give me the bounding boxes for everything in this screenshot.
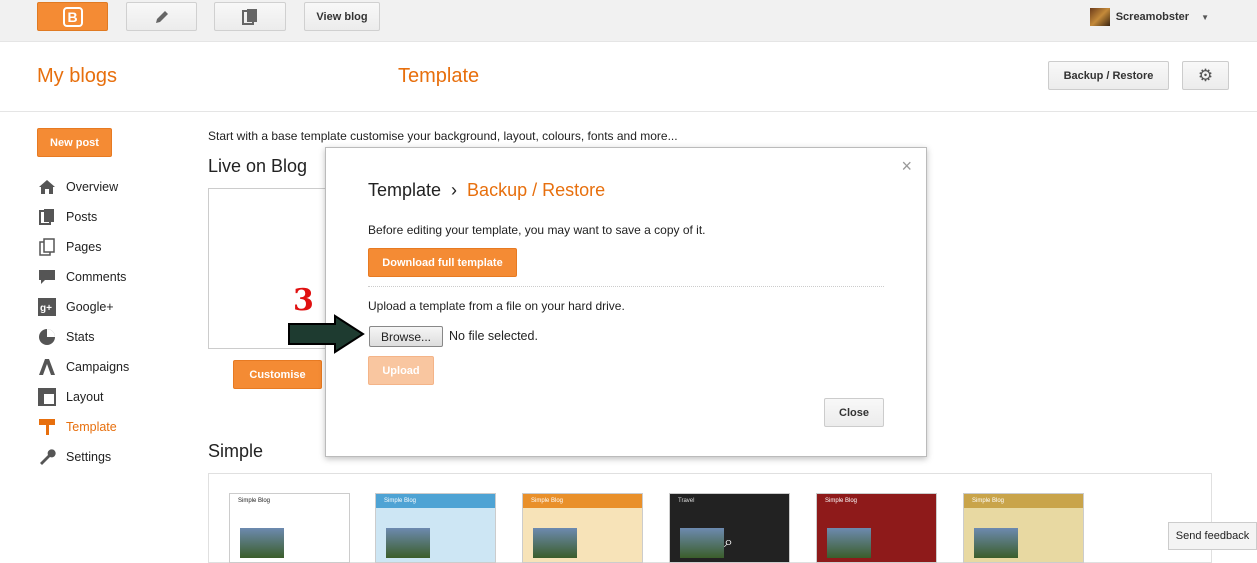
- template-thumbnail[interactable]: Simple Blog: [375, 493, 496, 563]
- sidebar-item-label: Comments: [66, 270, 127, 284]
- sidebar-item-label: Google+: [66, 300, 114, 314]
- sidebar-item-label: Layout: [66, 390, 104, 404]
- posts-icon: [242, 8, 257, 25]
- page-header: My blogs Template Backup / Restore ⚙: [0, 42, 1257, 112]
- sidebar-item-google-plus[interactable]: g+ Google+: [37, 292, 129, 322]
- avatar: [1089, 8, 1110, 26]
- upload-instructions-text: Upload a template from a file on your ha…: [368, 299, 625, 313]
- thumbnail-title: Simple Blog: [238, 498, 271, 504]
- template-icon: [37, 418, 57, 436]
- template-thumbnail[interactable]: Simple Blog: [522, 493, 643, 563]
- step-number-annotation: 3: [293, 283, 314, 318]
- sidebar-item-label: Pages: [66, 240, 102, 254]
- thumbnail-title: Simple Blog: [376, 494, 495, 508]
- new-post-button[interactable]: New post: [37, 128, 112, 157]
- user-menu[interactable]: Screamobster ▼: [1089, 8, 1209, 26]
- chevron-down-icon: ▼: [1201, 12, 1209, 22]
- sidebar-item-comments[interactable]: Comments: [37, 262, 129, 292]
- gear-icon: ⚙: [1197, 65, 1214, 85]
- no-file-selected-text: No file selected.: [449, 329, 538, 343]
- sidebar-item-label: Campaigns: [66, 360, 130, 374]
- home-icon: [37, 178, 57, 196]
- user-name: Screamobster: [1115, 11, 1190, 23]
- sidebar-item-stats[interactable]: Stats: [37, 322, 129, 352]
- dialog-title: Template › Backup / Restore: [368, 180, 605, 201]
- settings-gear-button[interactable]: ⚙: [1182, 61, 1229, 90]
- new-post-pencil-button[interactable]: [126, 2, 197, 31]
- pencil-icon: [155, 10, 168, 23]
- sidebar-item-overview[interactable]: Overview: [37, 172, 129, 202]
- wrench-icon: [37, 448, 57, 466]
- template-thumbnail[interactable]: Simple Blog: [229, 493, 350, 563]
- customise-button[interactable]: Customise: [233, 360, 322, 389]
- pages-icon: [37, 238, 57, 256]
- sidebar-item-pages[interactable]: Pages: [37, 232, 129, 262]
- thumbnail-title: Simple Blog: [825, 498, 858, 504]
- save-copy-text: Before editing your template, you may wa…: [368, 223, 706, 237]
- upload-button[interactable]: Upload: [368, 356, 434, 385]
- top-bar: B View blog Screamobster ▼: [0, 0, 1257, 42]
- thumbnail-title: Simple Blog: [964, 494, 1083, 508]
- send-feedback-button[interactable]: Send feedback: [1168, 522, 1257, 550]
- close-button[interactable]: Close: [824, 398, 884, 427]
- sidebar-item-label: Posts: [66, 210, 98, 224]
- layout-icon: [37, 388, 57, 406]
- sidebar-item-label: Settings: [66, 450, 112, 464]
- thumbnail-title: Simple Blog: [523, 494, 642, 508]
- backup-restore-dialog: × Template › Backup / Restore Before editi…: [325, 147, 927, 457]
- dialog-title-main: Template: [368, 180, 442, 200]
- view-blog-button[interactable]: View blog: [304, 2, 380, 31]
- simple-heading: Simple: [208, 441, 264, 461]
- dialog-title-sub: Backup / Restore: [467, 180, 606, 200]
- backup-restore-button[interactable]: Backup / Restore: [1048, 61, 1169, 90]
- template-thumbnail[interactable]: Simple Blog: [816, 493, 937, 563]
- thumbnail-title: Travel: [678, 498, 695, 504]
- sidebar-item-label: Template: [66, 420, 117, 434]
- sidebar-item-label: Overview: [66, 180, 119, 194]
- template-thumbnail[interactable]: Travel ⌕: [669, 493, 790, 563]
- my-blogs-link[interactable]: My blogs: [37, 65, 117, 88]
- sidebar-item-settings[interactable]: Settings: [37, 442, 129, 472]
- template-thumbnail[interactable]: Simple Blog: [963, 493, 1084, 563]
- zoom-icon: ⌕: [724, 534, 733, 551]
- sidebar-item-label: Stats: [66, 330, 95, 344]
- intro-text: Start with a base template customise you…: [208, 129, 678, 143]
- page-title: Template: [398, 65, 480, 87]
- sidebar-item-template[interactable]: Template: [37, 412, 129, 442]
- sidebar-item-campaigns[interactable]: Campaigns: [37, 352, 129, 382]
- sidebar-nav: Overview Posts Pages Comments g+ Google+: [37, 172, 129, 472]
- browse-button[interactable]: Browse...: [369, 326, 443, 347]
- comments-icon: [37, 268, 57, 286]
- download-full-template-button[interactable]: Download full template: [368, 248, 517, 277]
- divider: [368, 286, 884, 287]
- campaigns-icon: [37, 358, 57, 376]
- sidebar-item-posts[interactable]: Posts: [37, 202, 129, 232]
- stats-icon: [37, 328, 57, 346]
- svg-text:g+: g+: [40, 303, 52, 314]
- breadcrumb-separator: ›: [451, 180, 458, 200]
- arrow-right-icon: [288, 314, 365, 354]
- close-icon[interactable]: ×: [901, 156, 912, 177]
- google-plus-icon: g+: [37, 298, 57, 316]
- sidebar: New post Overview Posts Pages Comments g…: [37, 128, 129, 465]
- posts-icon: [37, 208, 57, 226]
- blogger-icon: B: [62, 6, 83, 27]
- blogger-logo-button[interactable]: B: [37, 2, 108, 31]
- posts-list-button[interactable]: [214, 2, 286, 31]
- live-on-blog-heading: Live on Blog: [208, 156, 308, 176]
- sidebar-item-layout[interactable]: Layout: [37, 382, 129, 412]
